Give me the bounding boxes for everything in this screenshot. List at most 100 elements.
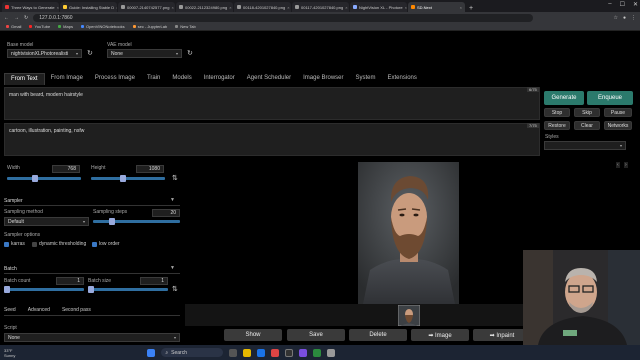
- reload-icon[interactable]: ↻: [24, 15, 28, 21]
- batch-size-input[interactable]: 1: [140, 277, 168, 285]
- sampler-option-checkbox[interactable]: dynamic thresholding: [32, 241, 86, 247]
- browser-tab[interactable]: 00118-4201027840.png ×: [234, 2, 291, 12]
- thumbnail-image[interactable]: [398, 305, 420, 326]
- script-select[interactable]: None ▾: [4, 333, 180, 342]
- browser-tab[interactable]: SD.Next ×: [408, 2, 465, 12]
- browser-tab[interactable]: Three Ways to Generate ×: [2, 2, 59, 12]
- bookmark-item[interactable]: OpenVINONotebooks: [80, 24, 125, 29]
- width-input[interactable]: 768: [52, 165, 80, 173]
- show-button[interactable]: Show: [224, 329, 282, 341]
- browser-tab[interactable]: 00117-4201027840.png ×: [292, 2, 349, 12]
- gallery-next-icon[interactable]: ›: [624, 162, 628, 168]
- terminal-icon[interactable]: [285, 348, 294, 357]
- tab-agent-scheduler[interactable]: Agent Scheduler: [241, 73, 297, 85]
- taskbar-search[interactable]: ⌕ Search: [161, 348, 224, 357]
- tab-system[interactable]: System: [350, 73, 382, 85]
- bookmark-star-icon[interactable]: ☆: [613, 15, 617, 21]
- tab-models[interactable]: Models: [166, 73, 197, 85]
- browser-tab[interactable]: 00022-2112324980.png ×: [176, 2, 233, 12]
- refresh-vae-model-icon[interactable]: ↻: [187, 49, 193, 57]
- generated-image[interactable]: [358, 162, 459, 304]
- tab-extensions[interactable]: Extensions: [382, 73, 423, 85]
- tab-close-icon[interactable]: ×: [229, 5, 231, 10]
- enqueue-button[interactable]: Enqueue: [587, 91, 633, 105]
- negative-prompt-textarea[interactable]: cartoon, illustration, painting, nsfw: [4, 123, 540, 156]
- close-icon[interactable]: ✕: [633, 1, 638, 8]
- sampling-method-select[interactable]: Default ▾: [4, 217, 89, 226]
- width-slider-handle[interactable]: [32, 175, 38, 182]
- generate-button[interactable]: Generate: [544, 91, 584, 105]
- sampler-collapse-icon[interactable]: ▼: [170, 197, 175, 203]
- swap-dimensions-icon[interactable]: ⇅: [172, 174, 178, 182]
- start-icon[interactable]: [147, 348, 156, 357]
- networks-button[interactable]: Networks: [604, 121, 632, 130]
- menu-icon[interactable]: ⋮: [631, 15, 636, 21]
- new-tab-icon[interactable]: +: [466, 5, 476, 12]
- batch-count-slider-handle[interactable]: [4, 286, 10, 293]
- sampling-steps-slider-handle[interactable]: [109, 218, 115, 225]
- restore-button[interactable]: Restore: [544, 121, 570, 130]
- weather-widget[interactable]: 33°F Sunny: [4, 348, 15, 358]
- tab-from-image[interactable]: From Image: [45, 73, 89, 85]
- chrome-icon[interactable]: [271, 348, 280, 357]
- bookmark-item[interactable]: sec - JupyterLab: [132, 24, 167, 29]
- app-icon[interactable]: [313, 348, 322, 357]
- file-explorer-icon[interactable]: [243, 348, 252, 357]
- bookmark-item[interactable]: YouTube: [29, 24, 50, 29]
- tab-close-icon[interactable]: ×: [460, 5, 462, 10]
- profile-icon[interactable]: ●: [623, 15, 626, 21]
- batch-count-input[interactable]: 1: [56, 277, 84, 285]
- browser-tab[interactable]: NightVision XL - Photore ×: [350, 2, 407, 12]
- tab-close-icon[interactable]: ×: [116, 5, 117, 10]
- sampler-option-checkbox[interactable]: low order: [92, 241, 120, 247]
- height-slider[interactable]: [91, 175, 165, 182]
- tab-advanced[interactable]: Advanced: [28, 307, 50, 313]
- styles-select[interactable]: ▾: [544, 141, 626, 150]
- task-view-icon[interactable]: [229, 348, 238, 357]
- prompt-textarea[interactable]: man with beard, modern hairstyle: [4, 87, 540, 120]
- tab-interrogator[interactable]: Interrogator: [198, 73, 241, 85]
- maximize-icon[interactable]: ☐: [620, 1, 625, 8]
- tab-seed[interactable]: Seed: [4, 307, 16, 313]
- pause-button[interactable]: Pause: [604, 108, 632, 117]
- skip-button[interactable]: Skip: [574, 108, 600, 117]
- tab-close-icon[interactable]: ×: [287, 5, 289, 10]
- sampling-steps-input[interactable]: 20: [152, 209, 180, 217]
- refresh-base-model-icon[interactable]: ↻: [87, 49, 93, 57]
- back-icon[interactable]: ←: [4, 15, 9, 21]
- sampling-steps-slider[interactable]: [93, 218, 180, 225]
- tab-close-icon[interactable]: ×: [172, 5, 174, 10]
- batch-collapse-icon[interactable]: ▼: [170, 265, 175, 271]
- app-icon[interactable]: [327, 348, 336, 357]
- browser-tab[interactable]: 00007-2140742577.png ×: [118, 2, 175, 12]
- vae-model-select[interactable]: None ▾: [107, 49, 182, 58]
- clear-button[interactable]: Clear: [574, 121, 600, 130]
- forward-icon[interactable]: →: [14, 15, 19, 21]
- tab-train[interactable]: Train: [141, 73, 166, 85]
- base-model-select[interactable]: nightvisionXLPhotorealisti ▾: [7, 49, 82, 58]
- tab-from-text[interactable]: From Text: [4, 73, 45, 85]
- stop-button[interactable]: Stop: [544, 108, 570, 117]
- browser-tab[interactable]: Guide: Installing Stable D×: [60, 2, 117, 12]
- swap-batch-icon[interactable]: ⇅: [172, 285, 178, 293]
- batch-count-slider[interactable]: [4, 286, 84, 293]
- height-slider-handle[interactable]: [120, 175, 126, 182]
- tab-second-pass[interactable]: Second pass: [62, 307, 91, 313]
- height-input[interactable]: 1080: [136, 165, 164, 173]
- delete-button[interactable]: Delete: [349, 329, 407, 341]
- tab-image-browser[interactable]: Image Browser: [297, 73, 349, 85]
- tab-close-icon[interactable]: ×: [345, 5, 347, 10]
- bookmark-item[interactable]: Gmail: [6, 24, 21, 29]
- tab-close-icon[interactable]: ×: [405, 5, 407, 10]
- app-icon[interactable]: [299, 348, 308, 357]
- edge-icon[interactable]: [257, 348, 266, 357]
- sampler-option-checkbox[interactable]: karras: [4, 241, 25, 247]
- bookmark-item[interactable]: Maps: [58, 24, 73, 29]
- tab-close-icon[interactable]: ×: [57, 5, 59, 10]
- gallery-prev-icon[interactable]: ‹: [616, 162, 620, 168]
- send-to-image-button[interactable]: ➡ Image: [411, 329, 469, 341]
- bookmark-item[interactable]: New Tab: [175, 24, 196, 29]
- tab-process-image[interactable]: Process Image: [89, 73, 141, 85]
- save-button[interactable]: Save: [287, 329, 345, 341]
- url-field[interactable]: 127.0.0.1:7860: [33, 13, 534, 22]
